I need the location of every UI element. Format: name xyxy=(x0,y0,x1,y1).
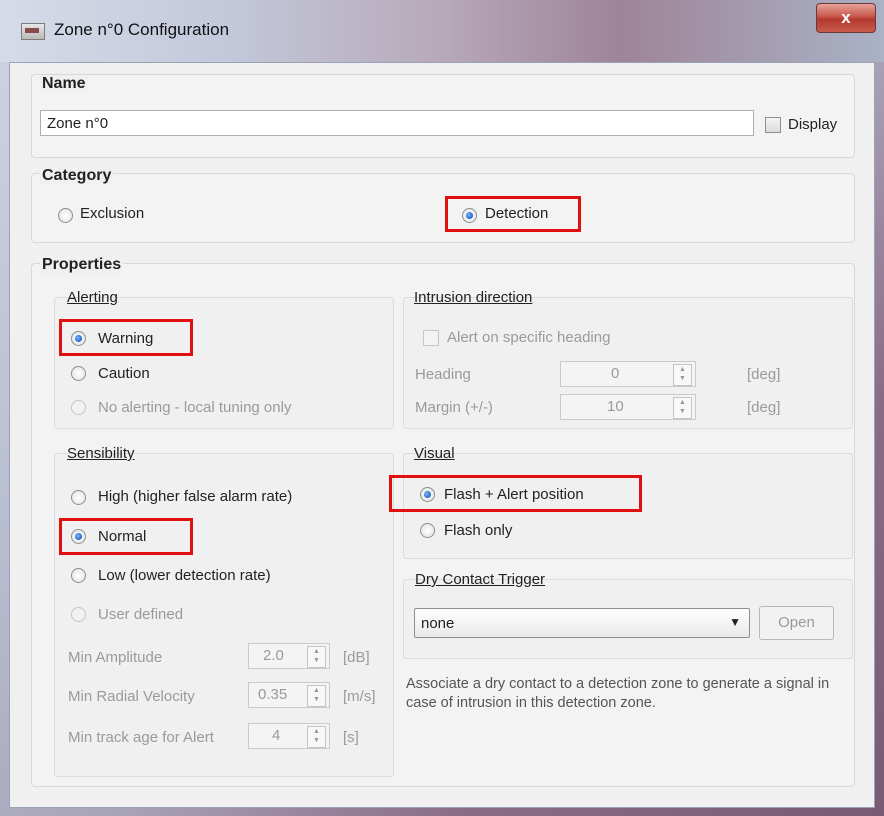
intrusion-direction-title: Intrusion direction xyxy=(414,289,533,306)
exclusion-radio[interactable] xyxy=(58,208,73,223)
min-track-age-spinbox[interactable]: 4 ▲ ▼ xyxy=(248,723,330,749)
close-button[interactable]: x xyxy=(816,3,876,33)
margin-spinbox[interactable]: 10 ▲ ▼ xyxy=(560,394,696,420)
dry-contact-selected-value: none xyxy=(421,615,455,632)
name-group-title: Name xyxy=(40,75,88,93)
display-label: Display xyxy=(788,116,838,133)
low-sensibility-label: Low (lower detection rate) xyxy=(98,567,271,584)
min-radial-velocity-label: Min Radial Velocity xyxy=(68,688,195,705)
window-title: Zone n°0 Configuration xyxy=(54,20,230,39)
dry-contact-description: Associate a dry contact to a detection z… xyxy=(406,676,830,711)
app-icon xyxy=(21,23,45,40)
caution-radio[interactable] xyxy=(71,366,86,381)
min-amplitude-spinbox[interactable]: 2.0 ▲ ▼ xyxy=(248,643,330,669)
display-checkbox[interactable] xyxy=(765,117,781,133)
visual-title: Visual xyxy=(414,445,455,462)
margin-label: Margin (+/-) xyxy=(415,399,493,416)
sensibility-title: Sensibility xyxy=(67,445,135,462)
specific-heading-checkbox[interactable] xyxy=(423,330,439,346)
min-amplitude-unit: [dB] xyxy=(343,649,370,666)
low-sensibility-radio[interactable] xyxy=(71,568,86,583)
dropdown-arrow-icon: ▼ xyxy=(729,615,741,629)
heading-spinbox[interactable]: 0 ▲ ▼ xyxy=(560,361,696,387)
dry-contact-select[interactable]: none ▼ xyxy=(414,608,750,638)
normal-highlight xyxy=(59,518,193,555)
min-amplitude-spin-arrows-icon[interactable]: ▲ ▼ xyxy=(307,646,326,668)
heading-spin-arrows-icon[interactable]: ▲ ▼ xyxy=(673,364,692,386)
category-group xyxy=(31,173,855,243)
min-track-age-spin-arrows-icon[interactable]: ▲ ▼ xyxy=(307,726,326,748)
user-defined-label: User defined xyxy=(98,606,184,623)
heading-unit: [deg] xyxy=(747,366,781,383)
category-group-title: Category xyxy=(40,167,114,185)
properties-group-title: Properties xyxy=(40,256,124,274)
min-amplitude-value: 2.0 xyxy=(263,647,284,664)
min-radial-velocity-spin-arrows-icon[interactable]: ▲ ▼ xyxy=(307,685,326,707)
open-button[interactable]: Open xyxy=(759,606,834,640)
detection-highlight xyxy=(445,196,581,232)
min-radial-velocity-spinbox[interactable]: 0.35 ▲ ▼ xyxy=(248,682,330,708)
dialog-body: Name Display Category Exclusion Detectio… xyxy=(9,62,875,808)
min-radial-velocity-value: 0.35 xyxy=(258,686,288,703)
min-track-age-unit: [s] xyxy=(343,729,359,746)
alerting-title: Alerting xyxy=(67,289,118,306)
min-amplitude-label: Min Amplitude xyxy=(68,649,163,666)
no-alerting-label: No alerting - local tuning only xyxy=(98,399,292,416)
warning-highlight xyxy=(59,319,193,356)
high-sensibility-label: High (higher false alarm rate) xyxy=(98,488,293,505)
caution-label: Caution xyxy=(98,365,150,382)
exclusion-label: Exclusion xyxy=(80,205,145,222)
high-sensibility-radio[interactable] xyxy=(71,490,86,505)
min-radial-velocity-unit: [m/s] xyxy=(343,688,376,705)
dry-contact-title: Dry Contact Trigger xyxy=(415,571,546,588)
zone-name-input[interactable] xyxy=(40,110,754,136)
margin-spin-arrows-icon[interactable]: ▲ ▼ xyxy=(673,397,692,419)
flash-only-radio[interactable] xyxy=(420,523,435,538)
heading-value: 0 xyxy=(611,365,620,382)
min-track-age-label: Min track age for Alert xyxy=(68,729,214,746)
flash-alert-highlight xyxy=(389,475,642,512)
margin-unit: [deg] xyxy=(747,399,781,416)
specific-heading-label: Alert on specific heading xyxy=(447,329,611,346)
flash-only-label: Flash only xyxy=(444,522,513,539)
min-track-age-value: 4 xyxy=(272,727,281,744)
heading-label: Heading xyxy=(415,366,471,383)
no-alerting-radio[interactable] xyxy=(71,400,86,415)
title-bar: Zone n°0 Configuration x xyxy=(0,0,884,62)
margin-value: 10 xyxy=(607,398,624,415)
user-defined-radio[interactable] xyxy=(71,607,86,622)
